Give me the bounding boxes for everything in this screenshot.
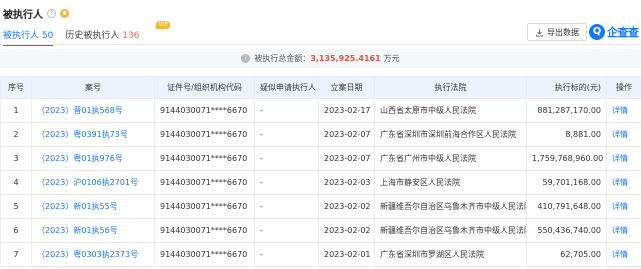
col-header-seq: 序号 xyxy=(0,76,32,99)
cell-filing-date: 2023-02-17 xyxy=(318,98,375,123)
detail-link[interactable]: 详情 xyxy=(606,194,641,219)
col-header-cert-no: 证件号/组织机构代码 xyxy=(154,76,255,99)
cell-applicant: - xyxy=(254,146,319,171)
tab-executed-person[interactable]: 被执行人 50 xyxy=(0,24,56,46)
cell-court: 广东省深圳市罗湖区人民法院 xyxy=(374,242,527,267)
cell-applicant: - xyxy=(254,218,319,243)
total-amount-bar: i 被执行总金额： 3,135,925.4161 万元 xyxy=(0,49,641,68)
detail-link[interactable]: 详情 xyxy=(606,98,641,123)
table-row: 3 （2023）粤01执976号 9144030071****6670 - 20… xyxy=(0,146,641,171)
cell-court: 广东省广州市中级人民法院 xyxy=(374,146,527,171)
page-title: 被执行人 xyxy=(3,9,43,21)
table-row: 2 （2023）粤0391执73号 9144030071****6670 - 2… xyxy=(0,122,641,147)
col-header-filing-date: 立案日期 xyxy=(318,76,375,99)
cell-seq: 3 xyxy=(0,146,32,171)
cell-court: 广东省深圳市深圳前海合作区人民法院 xyxy=(374,122,527,147)
case-number-link[interactable]: （2023）新01执56号 xyxy=(31,218,155,243)
cell-amount: 1,759,768,960.00 xyxy=(526,146,607,171)
cell-amount: 881,287,170.00 xyxy=(526,98,607,123)
detail-link[interactable]: 详情 xyxy=(606,218,641,243)
tab-count: 136 xyxy=(122,31,140,41)
table-header-row: 序号 案号 证件号/组织机构代码 疑似申请执行人 立案日期 执行法院 执行标的(… xyxy=(0,76,641,99)
cell-cert-no: 9144030071****6670 xyxy=(154,146,255,171)
total-amount-value: 3,135,925.4161 xyxy=(310,54,381,63)
col-header-applicant: 疑似申请执行人 xyxy=(254,76,319,99)
export-button[interactable]: 导出数据 xyxy=(527,23,587,41)
cell-cert-no: 9144030071****6670 xyxy=(154,98,255,123)
question-circle-icon[interactable]: ? xyxy=(47,8,56,18)
cell-cert-no: 9144030071****6670 xyxy=(154,242,255,267)
cell-seq: 1 xyxy=(0,98,32,123)
pin-icon[interactable] xyxy=(60,8,69,18)
tab-count: 50 xyxy=(41,31,54,41)
cell-applicant: - xyxy=(254,122,319,147)
cell-amount: 62,705.00 xyxy=(526,242,607,267)
brand-logo: Q 企查查 xyxy=(589,22,639,42)
tab-bar: 被执行人 50 历史被执行人 136 VIP xyxy=(0,21,170,46)
cell-court: 山西省太原市中级人民法院 xyxy=(374,98,527,123)
col-header-amount: 执行标的(元) xyxy=(526,76,607,99)
detail-link[interactable]: 详情 xyxy=(606,146,641,171)
table-row: 4 （2023）沪0106执2701号 9144030071****6670 -… xyxy=(0,170,641,195)
case-number-link[interactable]: （2023）新01执55号 xyxy=(31,194,155,219)
detail-link[interactable]: 详情 xyxy=(606,170,641,195)
vip-badge: VIP xyxy=(156,21,170,29)
cell-applicant: - xyxy=(254,98,319,123)
cell-seq: 4 xyxy=(0,170,32,195)
cell-cert-no: 9144030071****6670 xyxy=(154,170,255,195)
cell-amount: 550,436,740.00 xyxy=(526,218,607,243)
cell-court: 新疆维吾尔自治区乌鲁木齐市中级人民法院 xyxy=(374,218,527,243)
col-header-action: 操作 xyxy=(606,76,641,99)
download-icon xyxy=(535,28,544,37)
cell-seq: 7 xyxy=(0,242,32,267)
cell-applicant: - xyxy=(254,170,319,195)
cell-filing-date: 2023-02-02 xyxy=(318,194,375,219)
detail-link[interactable]: 详情 xyxy=(606,122,641,147)
tab-divider xyxy=(0,44,641,45)
case-number-link[interactable]: （2023）粤01执976号 xyxy=(31,146,155,171)
case-number-link[interactable]: （2023）粤0303执2373号 xyxy=(31,242,155,267)
cell-filing-date: 2023-02-02 xyxy=(318,218,375,243)
section-header: 被执行人 ? xyxy=(3,6,69,21)
col-header-court: 执行法院 xyxy=(374,76,527,99)
cell-seq: 6 xyxy=(0,218,32,243)
table-row: 5 （2023）新01执55号 9144030071****6670 - 202… xyxy=(0,194,641,219)
info-icon: i xyxy=(241,54,251,63)
cell-amount: 59,701,168.00 xyxy=(526,170,607,195)
cell-applicant: - xyxy=(254,242,319,267)
detail-link[interactable]: 详情 xyxy=(606,242,641,267)
cell-cert-no: 9144030071****6670 xyxy=(154,122,255,147)
brand-text: 企查查 xyxy=(607,26,639,39)
tab-label: 被执行人 xyxy=(3,31,40,41)
cell-filing-date: 2023-02-07 xyxy=(318,146,375,171)
cell-court: 上海市静安区人民法院 xyxy=(374,170,527,195)
case-number-link[interactable]: （2023）晋01执568号 xyxy=(31,98,155,123)
cell-amount: 8,881.00 xyxy=(526,122,607,147)
case-number-link[interactable]: （2023）粤0391执73号 xyxy=(31,122,155,147)
table-row: 1 （2023）晋01执568号 9144030071****6670 - 20… xyxy=(0,98,641,123)
cell-cert-no: 9144030071****6670 xyxy=(154,218,255,243)
col-header-case-no: 案号 xyxy=(31,76,155,99)
total-amount-label: 被执行总金额： xyxy=(254,54,311,63)
table-row: 6 （2023）新01执56号 9144030071****6670 - 202… xyxy=(0,218,641,243)
cell-seq: 2 xyxy=(0,122,32,147)
tab-label: 历史被执行人 xyxy=(65,31,120,41)
tab-history-executed-person[interactable]: 历史被执行人 136 VIP xyxy=(62,21,170,44)
table-row: 7 （2023）粤0303执2373号 9144030071****6670 -… xyxy=(0,242,641,267)
executed-person-table: 序号 案号 证件号/组织机构代码 疑似申请执行人 立案日期 执行法院 执行标的(… xyxy=(0,76,641,267)
total-amount-unit: 万元 xyxy=(383,54,400,63)
cell-cert-no: 9144030071****6670 xyxy=(154,194,255,219)
case-number-link[interactable]: （2023）沪0106执2701号 xyxy=(31,170,155,195)
cell-court: 新疆维吾尔自治区乌鲁木齐市中级人民法院 xyxy=(374,194,527,219)
cell-applicant: - xyxy=(254,194,319,219)
cell-seq: 5 xyxy=(0,194,32,219)
cell-filing-date: 2023-02-07 xyxy=(318,122,375,147)
cell-filing-date: 2023-02-03 xyxy=(318,170,375,195)
cell-filing-date: 2023-02-01 xyxy=(318,242,375,267)
export-label: 导出数据 xyxy=(547,27,579,37)
cell-amount: 410,791,648.00 xyxy=(526,194,607,219)
qichacha-logo-icon: Q xyxy=(589,24,605,40)
